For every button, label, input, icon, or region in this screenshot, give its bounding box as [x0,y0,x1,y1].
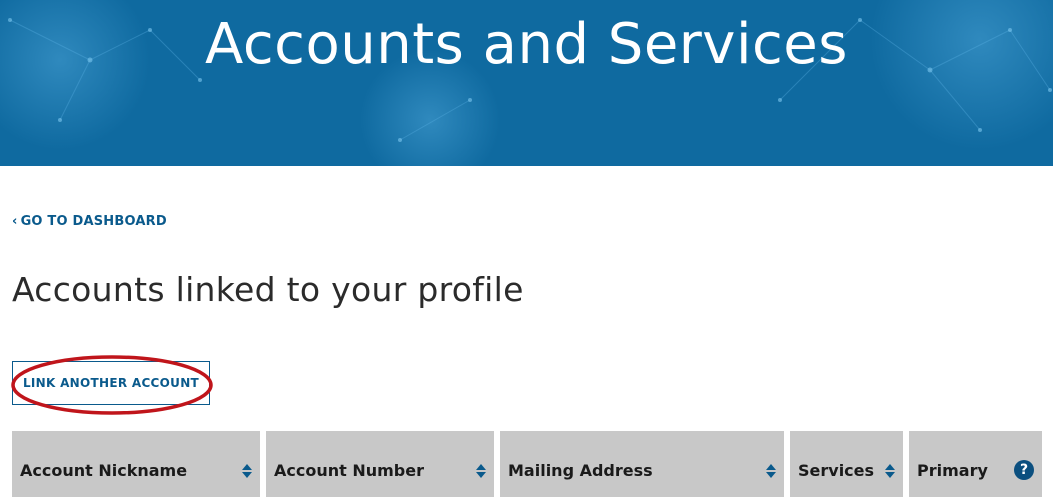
help-icon[interactable]: ? [1014,460,1034,480]
go-to-dashboard-label: GO TO DASHBOARD [20,214,167,229]
column-label: Account Number [274,461,424,480]
link-another-account-button[interactable]: LINK ANOTHER ACCOUNT [12,361,210,405]
column-header-primary: Primary ? [909,431,1042,497]
sort-icon[interactable] [885,464,895,478]
column-label: Account Nickname [20,461,188,480]
sort-icon[interactable] [242,464,252,478]
sort-icon[interactable] [476,464,486,478]
column-header-mailing-address[interactable]: Mailing Address [500,431,784,497]
section-heading: Accounts linked to your profile [12,270,524,309]
sort-icon[interactable] [766,464,776,478]
go-to-dashboard-link[interactable]: ‹ GO TO DASHBOARD [12,214,167,229]
column-label: Mailing Address [508,461,653,480]
column-label: Services [798,461,875,480]
page-title: Accounts and Services [205,12,848,77]
hero-banner: Accounts and Services [0,0,1053,166]
chevron-left-icon: ‹ [12,214,18,229]
column-header-account-nickname[interactable]: Account Nickname [12,431,260,497]
column-label: Primary [917,461,988,480]
column-header-services[interactable]: Services [790,431,903,497]
column-header-account-number[interactable]: Account Number [266,431,494,497]
